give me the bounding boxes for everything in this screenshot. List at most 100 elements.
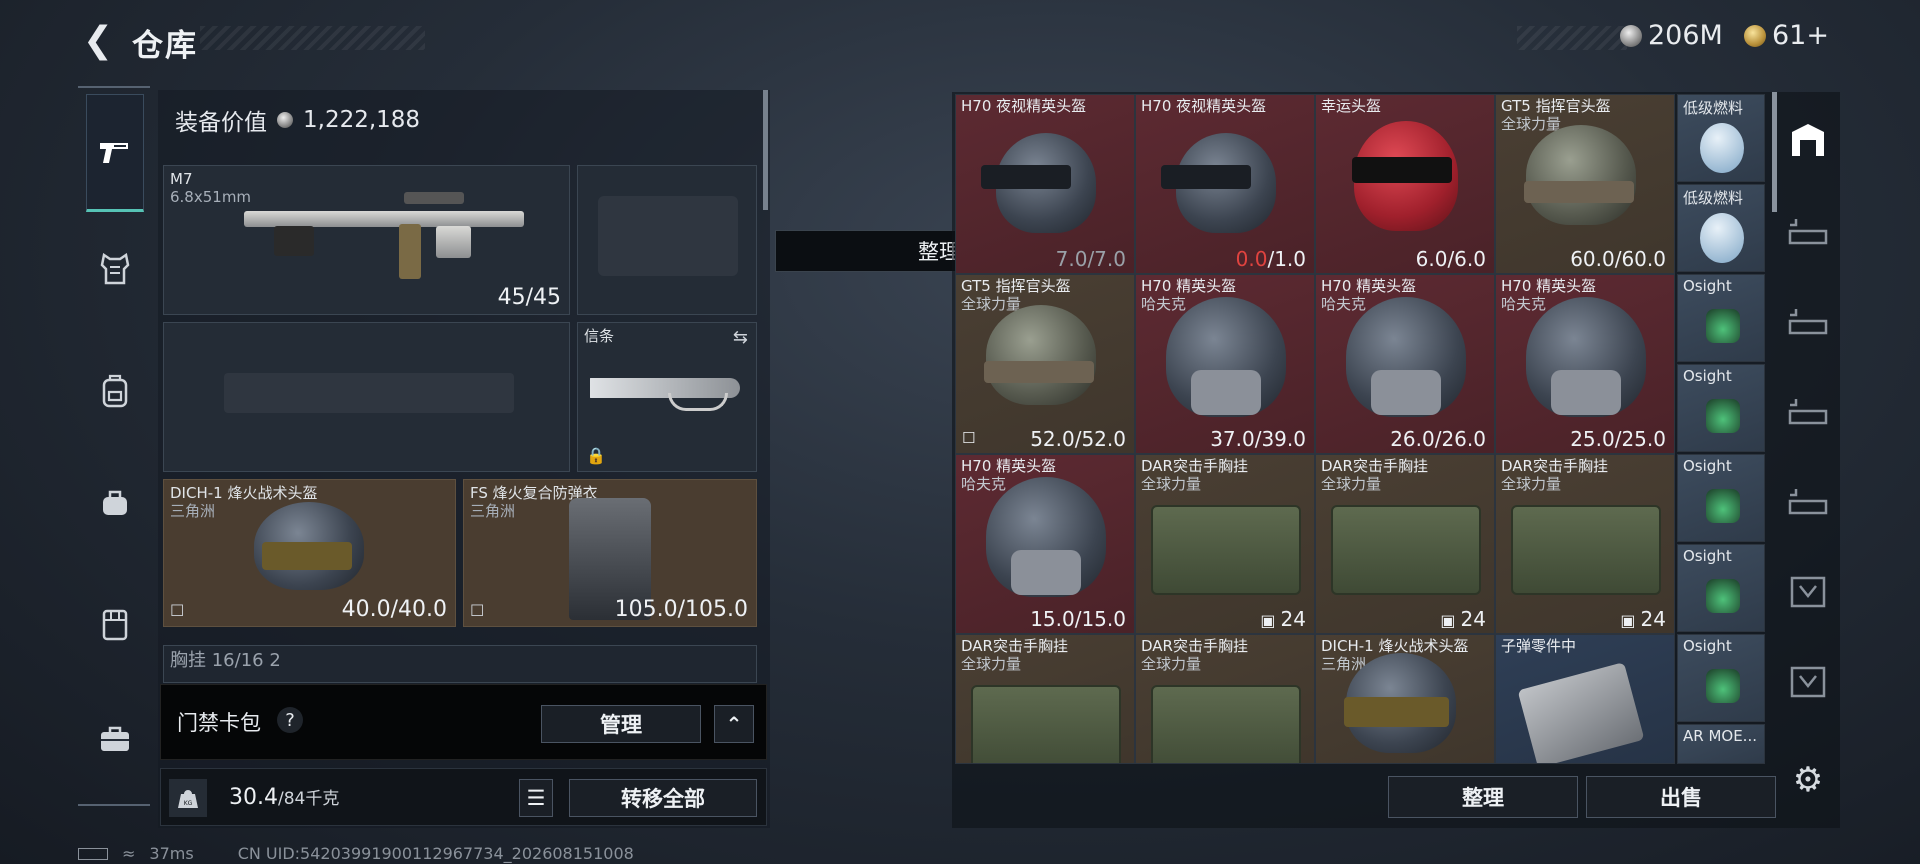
svg-text:KG: KG — [184, 800, 193, 807]
optic-sight-image — [1706, 669, 1740, 703]
fuel-canister-image — [1700, 213, 1744, 263]
small-item[interactable]: Osight — [1677, 454, 1765, 542]
sell-button[interactable]: 出售 — [1586, 776, 1776, 818]
chevron-up-icon[interactable]: ⌃ — [714, 705, 754, 743]
help-icon[interactable]: ? — [277, 707, 303, 733]
back-icon[interactable]: ❮ — [78, 20, 118, 61]
storage-item[interactable]: GT5 指挥官头盔 全球力量 ☐ 52.0/52.0 — [955, 274, 1135, 454]
case-icon — [101, 726, 129, 751]
silver-currency: 206M — [1620, 20, 1723, 51]
list-icon[interactable]: ☰ — [519, 779, 553, 817]
small-item[interactable]: Osight — [1677, 544, 1765, 632]
item-name: DAR突击手胸挂 — [1141, 637, 1248, 655]
storage-item[interactable]: H70 夜视精英头盔 7.0/7.0 — [955, 94, 1135, 274]
item-durability: 15.0/15.0 — [1030, 607, 1126, 631]
face-mask-image — [1551, 370, 1621, 415]
equipment-value: 装备价值 1,222,188 — [175, 103, 420, 137]
small-item[interactable]: Osight — [1677, 364, 1765, 452]
category-all[interactable] — [1784, 116, 1832, 164]
small-item[interactable]: Osight — [1677, 274, 1765, 362]
rig-icon — [102, 609, 128, 641]
storage-item[interactable]: H70 精英头盔 哈夫克 15.0/15.0 — [955, 454, 1135, 634]
storage-item[interactable]: H70 精英头盔 哈夫克 37.0/39.0 — [1135, 274, 1315, 454]
no-repair-icon: ☐ — [962, 429, 976, 447]
armor-slot[interactable]: FS 烽火复合防弹衣 三角洲 ☐ 105.0/105.0 — [463, 479, 757, 627]
face-mask-image — [1191, 370, 1261, 415]
storage-tab-icon — [1788, 309, 1828, 335]
storage-item[interactable]: H70 精英头盔 哈夫克 26.0/26.0 — [1315, 274, 1495, 454]
loadout-scrollbar[interactable] — [763, 90, 768, 210]
storage-item[interactable]: DAR突击手胸挂 全球力量 ▣ 24 — [1315, 454, 1495, 634]
melee-slot[interactable]: 信条 ⇆ 🔒 — [577, 322, 757, 472]
manage-button[interactable]: 管理 — [541, 705, 701, 743]
category-tab-5[interactable] — [1784, 568, 1832, 616]
rifle-scope-image — [404, 192, 464, 204]
item-name: Osight — [1683, 457, 1732, 475]
item-origin: 全球力量 — [1141, 475, 1202, 493]
small-item[interactable]: Osight — [1677, 634, 1765, 722]
storage-item[interactable]: DAR突击手胸挂 全球力量 — [955, 634, 1135, 764]
nav-armor[interactable] — [86, 240, 144, 298]
secondary-weapon-slot[interactable] — [163, 322, 570, 472]
transfer-all-button[interactable]: 转移全部 — [569, 779, 757, 817]
category-tab-3[interactable] — [1784, 388, 1832, 436]
status-bar: ≈ 37ms CN UID:54203991900112967734_20260… — [78, 844, 634, 863]
left-nav — [78, 86, 150, 806]
storage-item[interactable]: DAR突击手胸挂 全球力量 — [1135, 634, 1315, 764]
item-durability: 7.0/7.0 — [1055, 247, 1126, 271]
gold-currency[interactable]: 61+ — [1744, 20, 1829, 51]
item-name: 低级燃料 — [1683, 99, 1744, 117]
small-item[interactable]: 低级燃料 — [1677, 94, 1765, 182]
item-durability: 60.0/60.0 — [1570, 247, 1666, 271]
silver-coin-icon — [1620, 24, 1642, 47]
nav-backpack[interactable] — [86, 362, 144, 420]
storage-item[interactable]: H70 夜视精英头盔 0.0/1.0 — [1135, 94, 1315, 274]
capacity-icon: ▣ — [1620, 611, 1641, 630]
chest-rig-image — [1151, 685, 1301, 763]
item-name: Osight — [1683, 367, 1732, 385]
item-durability: 52.0/52.0 — [1030, 427, 1126, 451]
battery-icon — [78, 847, 108, 860]
gear-icon[interactable]: ⚙ — [1784, 756, 1832, 804]
category-tab-4[interactable] — [1784, 478, 1832, 526]
storage-item[interactable]: GT5 指挥官头盔 全球力量 60.0/60.0 — [1495, 94, 1675, 274]
storage-item[interactable]: DICH-1 烽火战术头盔 三角洲 — [1315, 634, 1495, 764]
storage-item[interactable]: H70 精英头盔 哈夫克 25.0/25.0 — [1495, 274, 1675, 454]
small-item[interactable]: AR MOE... — [1677, 724, 1765, 764]
small-item[interactable]: 低级燃料 — [1677, 184, 1765, 272]
nav-divider-bottom — [78, 804, 150, 806]
chest-rig-image — [1151, 505, 1301, 595]
helmet-name: DICH-1 烽火战术头盔 — [170, 484, 318, 502]
item-origin: 哈夫克 — [961, 475, 1007, 493]
nav-weapon[interactable] — [86, 94, 144, 212]
pistol-slot[interactable] — [577, 165, 757, 315]
primary-weapon-slot[interactable]: M7 6.8x51mm 45/45 — [163, 165, 570, 315]
item-origin: 哈夫克 — [1321, 295, 1367, 313]
rifle-mag-image — [399, 224, 421, 279]
optic-sight-image — [1706, 489, 1740, 523]
category-tab-2[interactable] — [1784, 298, 1832, 346]
nav-rig[interactable] — [86, 596, 144, 654]
card-pack-label: 门禁卡包 — [177, 711, 261, 735]
weight-bar: KG 30.4/84千克 ☰ 转移全部 — [160, 768, 767, 826]
storage-item[interactable]: DAR突击手胸挂 全球力量 ▣ 24 — [1495, 454, 1675, 634]
swap-icon[interactable]: ⇆ — [733, 327, 748, 348]
armor-vest-icon — [100, 253, 130, 285]
item-name: Osight — [1683, 637, 1732, 655]
storage-item[interactable]: DAR突击手胸挂 全球力量 ▣ 24 — [1135, 454, 1315, 634]
chest-rig-slot[interactable]: 胸挂 16/16 2 — [163, 645, 757, 683]
storage-item[interactable]: 子弹零件中 — [1495, 634, 1675, 764]
helmet-slot[interactable]: DICH-1 烽火战术头盔 三角洲 ☐ 40.0/40.0 — [163, 479, 456, 627]
item-name: H70 精英头盔 — [961, 457, 1057, 475]
item-origin: 全球力量 — [1141, 655, 1202, 673]
nav-case[interactable] — [86, 710, 144, 768]
item-name: 子弹零件中 — [1501, 637, 1577, 655]
weapon-name: M7 — [170, 170, 193, 188]
armor-origin: 三角洲 — [470, 502, 516, 520]
sort-button[interactable]: 整理 — [1388, 776, 1578, 818]
nav-bag[interactable] — [86, 474, 144, 532]
storage-item[interactable]: 幸运头盔 6.0/6.0 — [1315, 94, 1495, 274]
category-tab-1[interactable] — [1784, 208, 1832, 256]
item-origin: 全球力量 — [961, 655, 1022, 673]
category-tab-6[interactable] — [1784, 658, 1832, 706]
